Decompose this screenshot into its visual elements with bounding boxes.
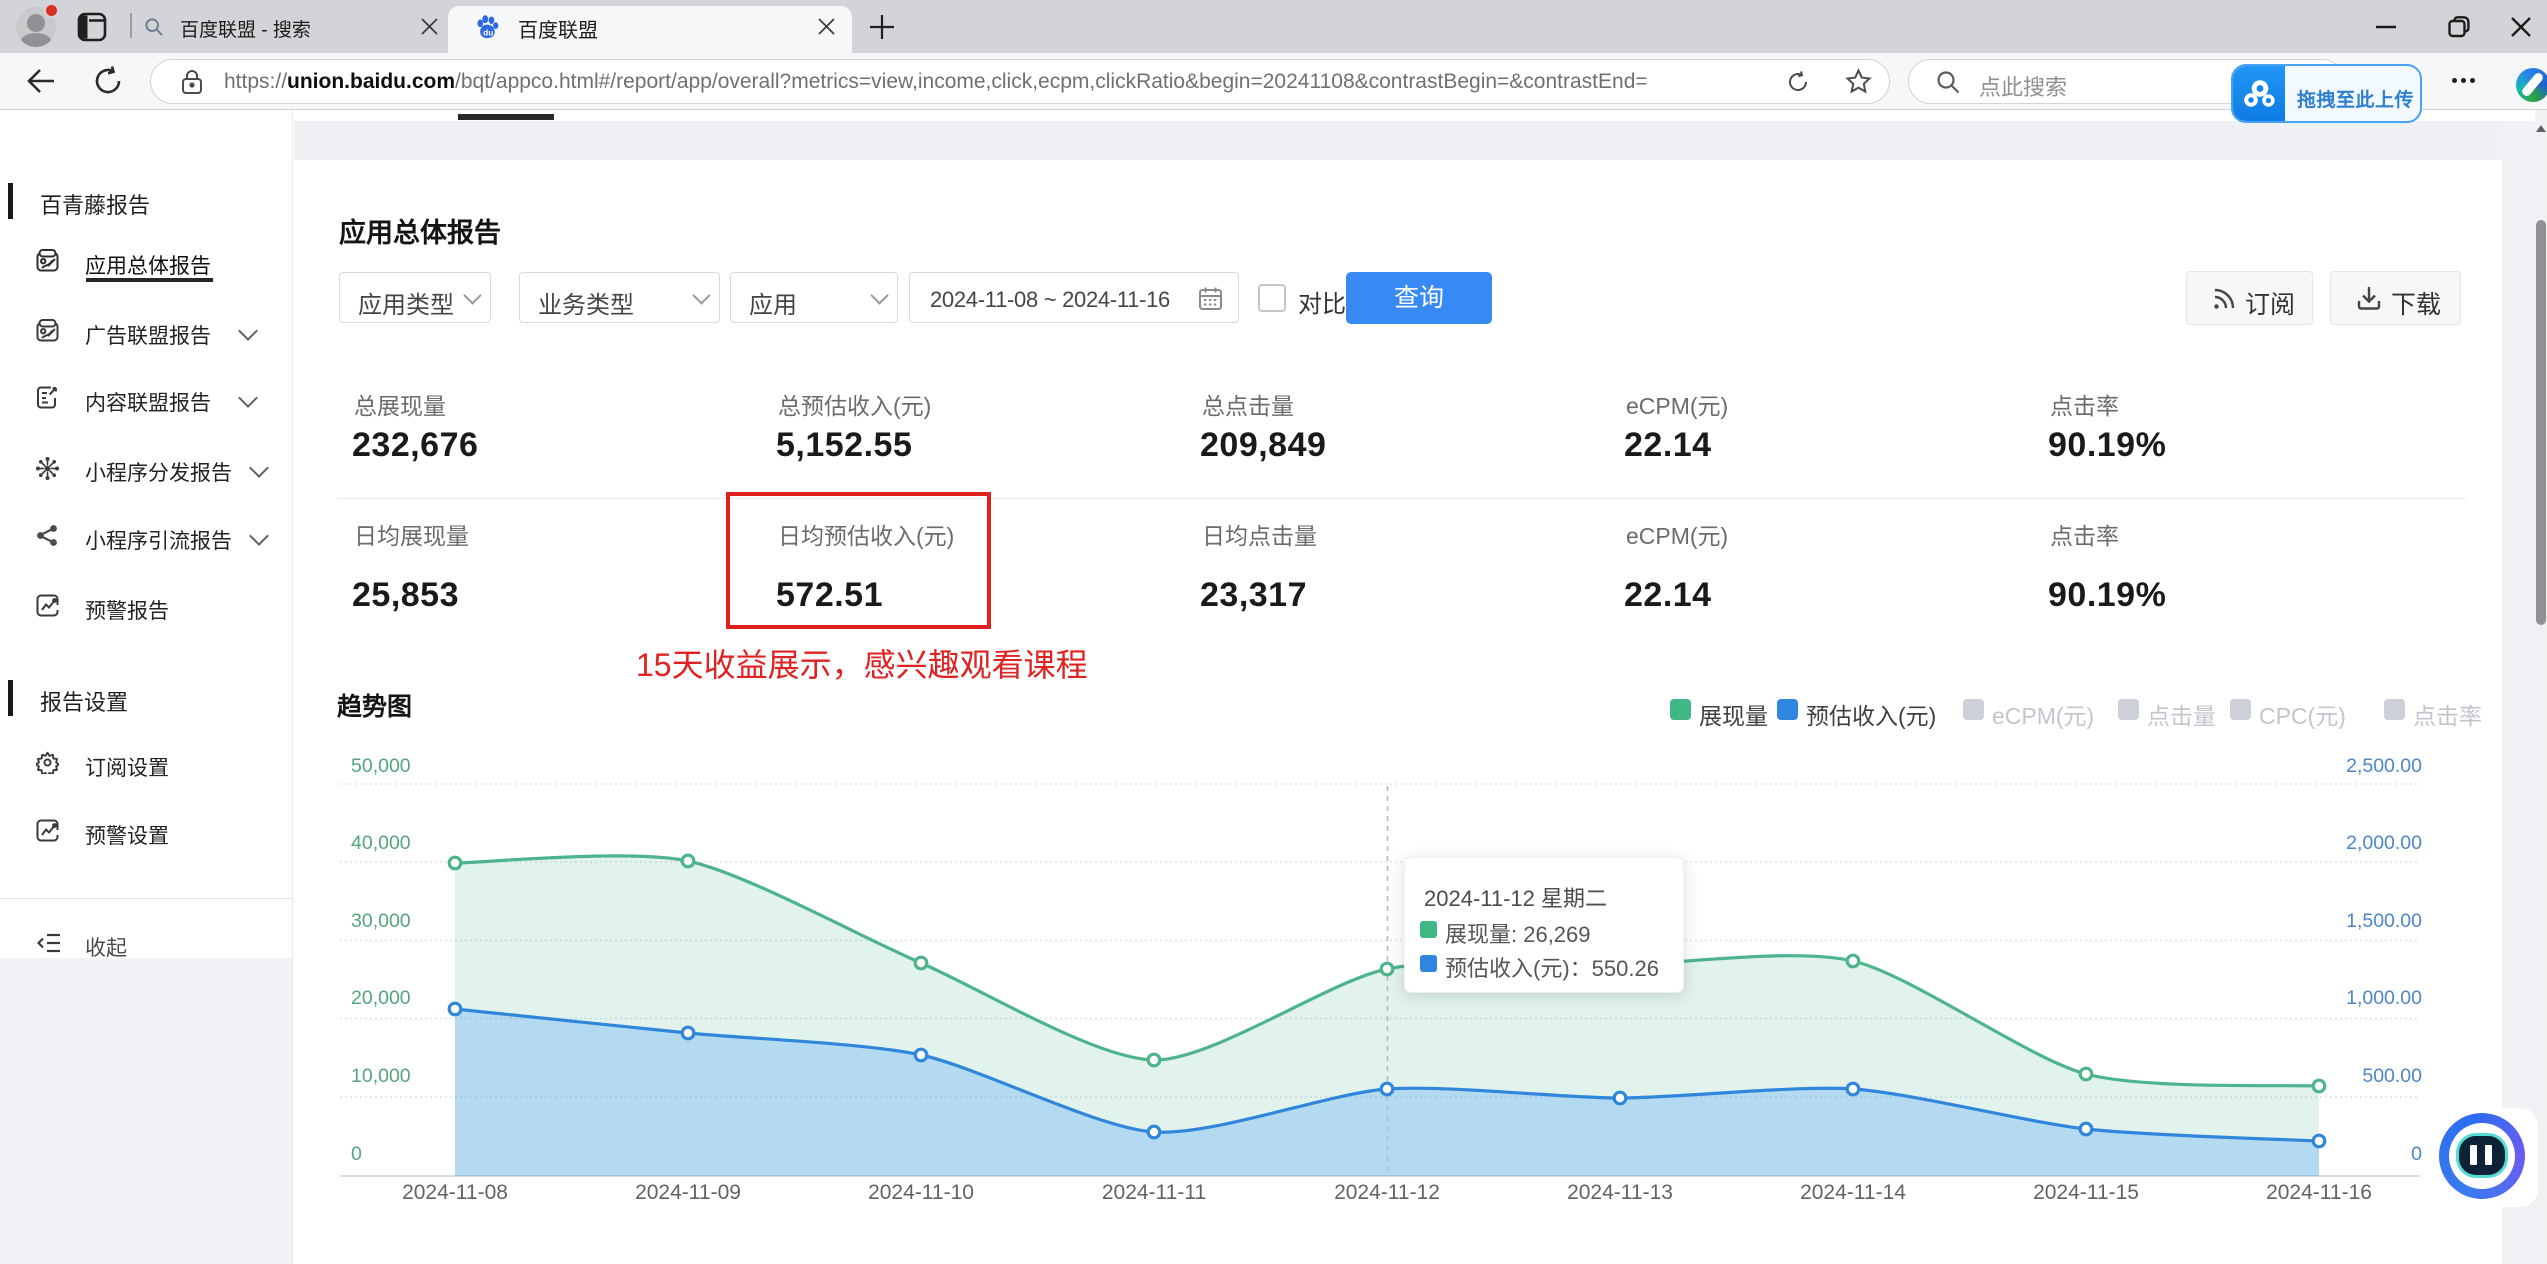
svg-text:du: du <box>483 27 493 37</box>
